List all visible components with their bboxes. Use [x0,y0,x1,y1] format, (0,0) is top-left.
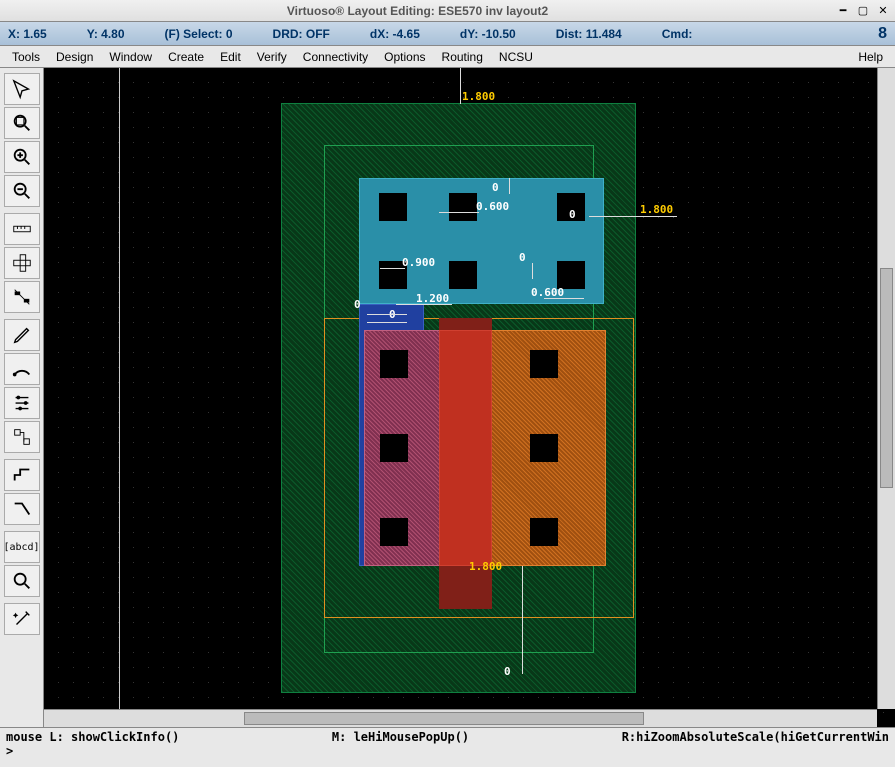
menu-ncsu[interactable]: NCSU [491,48,541,66]
dim-line [460,68,461,104]
status-select: (F) Select: 0 [165,27,233,41]
tool-zoom-out[interactable] [4,175,40,207]
menu-help[interactable]: Help [850,48,891,66]
tool-zoom-fit[interactable] [4,107,40,139]
menu-routing[interactable]: Routing [434,48,491,66]
contact[interactable] [380,518,408,546]
menu-design[interactable]: Design [48,48,101,66]
dim-z2: 0 [569,208,576,221]
dim-bottom: 1.800 [469,560,502,573]
dim-top: 1.800 [462,90,495,103]
contact[interactable] [379,193,407,221]
tool-hier[interactable] [4,421,40,453]
dim-0600a: 0.600 [476,200,509,213]
status-cmd: Cmd: [662,27,693,41]
tool-ruler-h[interactable] [4,213,40,245]
window-titlebar: Virtuoso® Layout Editing: ESE570 inv lay… [0,0,895,22]
tool-arc[interactable] [4,353,40,385]
coordinate-status-bar: X: 1.65 Y: 4.80 (F) Select: 0 DRD: OFF d… [0,22,895,46]
status-dx: dX: -4.65 [370,27,420,41]
status-drd: DRD: OFF [273,27,330,41]
layout-canvas[interactable]: 1.800 1.800 1.800 0.600 0 0 0.900 0 0.60… [44,68,895,727]
contact[interactable] [530,350,558,378]
tool-pencil[interactable] [4,319,40,351]
tool-props[interactable] [4,387,40,419]
command-prompt[interactable]: > [6,744,13,758]
status-runnum: 8 [878,25,887,43]
contact[interactable] [380,434,408,462]
axis-vertical [119,68,120,727]
dim-z3: 0 [519,251,526,264]
status-y: Y: 4.80 [87,27,125,41]
dim-0900: 0.900 [402,256,435,269]
layer-poly[interactable] [439,330,492,566]
vertical-toolbar: [abcd] [0,68,44,727]
tool-align[interactable] [4,281,40,313]
close-button[interactable]: ✕ [875,3,891,19]
contact[interactable] [530,434,558,462]
footer-mouse-l: mouse L: showClickInfo() [6,730,179,744]
dim-z4: 0 [354,298,361,311]
dim-right: 1.800 [640,203,673,216]
tool-zoom[interactable] [4,565,40,597]
scrollbar-horizontal[interactable] [44,709,877,727]
tool-ruler-v[interactable] [4,247,40,279]
menu-connectivity[interactable]: Connectivity [295,48,376,66]
footer-mouse-r: R:hiZoomAbsoluteScale(hiGetCurrentWin [622,730,889,744]
dim-z1: 0 [492,181,499,194]
contact[interactable] [530,518,558,546]
minimize-button[interactable]: ━ [835,3,851,19]
tool-zoom-in[interactable] [4,141,40,173]
dim-line [522,566,523,674]
contact[interactable] [449,193,477,221]
contact[interactable] [380,350,408,378]
menu-edit[interactable]: Edit [212,48,249,66]
status-dist: Dist: 11.484 [556,27,622,41]
menu-create[interactable]: Create [160,48,212,66]
window-title: Virtuoso® Layout Editing: ESE570 inv lay… [4,4,831,18]
tool-select[interactable] [4,73,40,105]
footer-mouse-m: M: leHiMousePopUp() [179,730,621,744]
tool-text[interactable]: [abcd] [4,531,40,563]
menu-verify[interactable]: Verify [249,48,295,66]
dim-line [589,216,677,217]
menu-options[interactable]: Options [376,48,433,66]
dim-z6: 0 [504,665,511,678]
menu-window[interactable]: Window [101,48,160,66]
scrollbar-vertical[interactable] [877,68,895,709]
status-x: X: 1.65 [8,27,47,41]
maximize-button[interactable]: ▢ [855,3,871,19]
contact[interactable] [449,261,477,289]
contact[interactable] [557,261,585,289]
tool-step[interactable] [4,459,40,491]
command-footer: mouse L: showClickInfo() M: leHiMousePop… [0,727,895,767]
menu-tools[interactable]: Tools [4,48,48,66]
status-dy: dY: -10.50 [460,27,516,41]
tool-path[interactable] [4,493,40,525]
tool-wand[interactable] [4,603,40,635]
layer-poly-ext-top[interactable] [439,318,492,330]
menu-bar: Tools Design Window Create Edit Verify C… [0,46,895,68]
